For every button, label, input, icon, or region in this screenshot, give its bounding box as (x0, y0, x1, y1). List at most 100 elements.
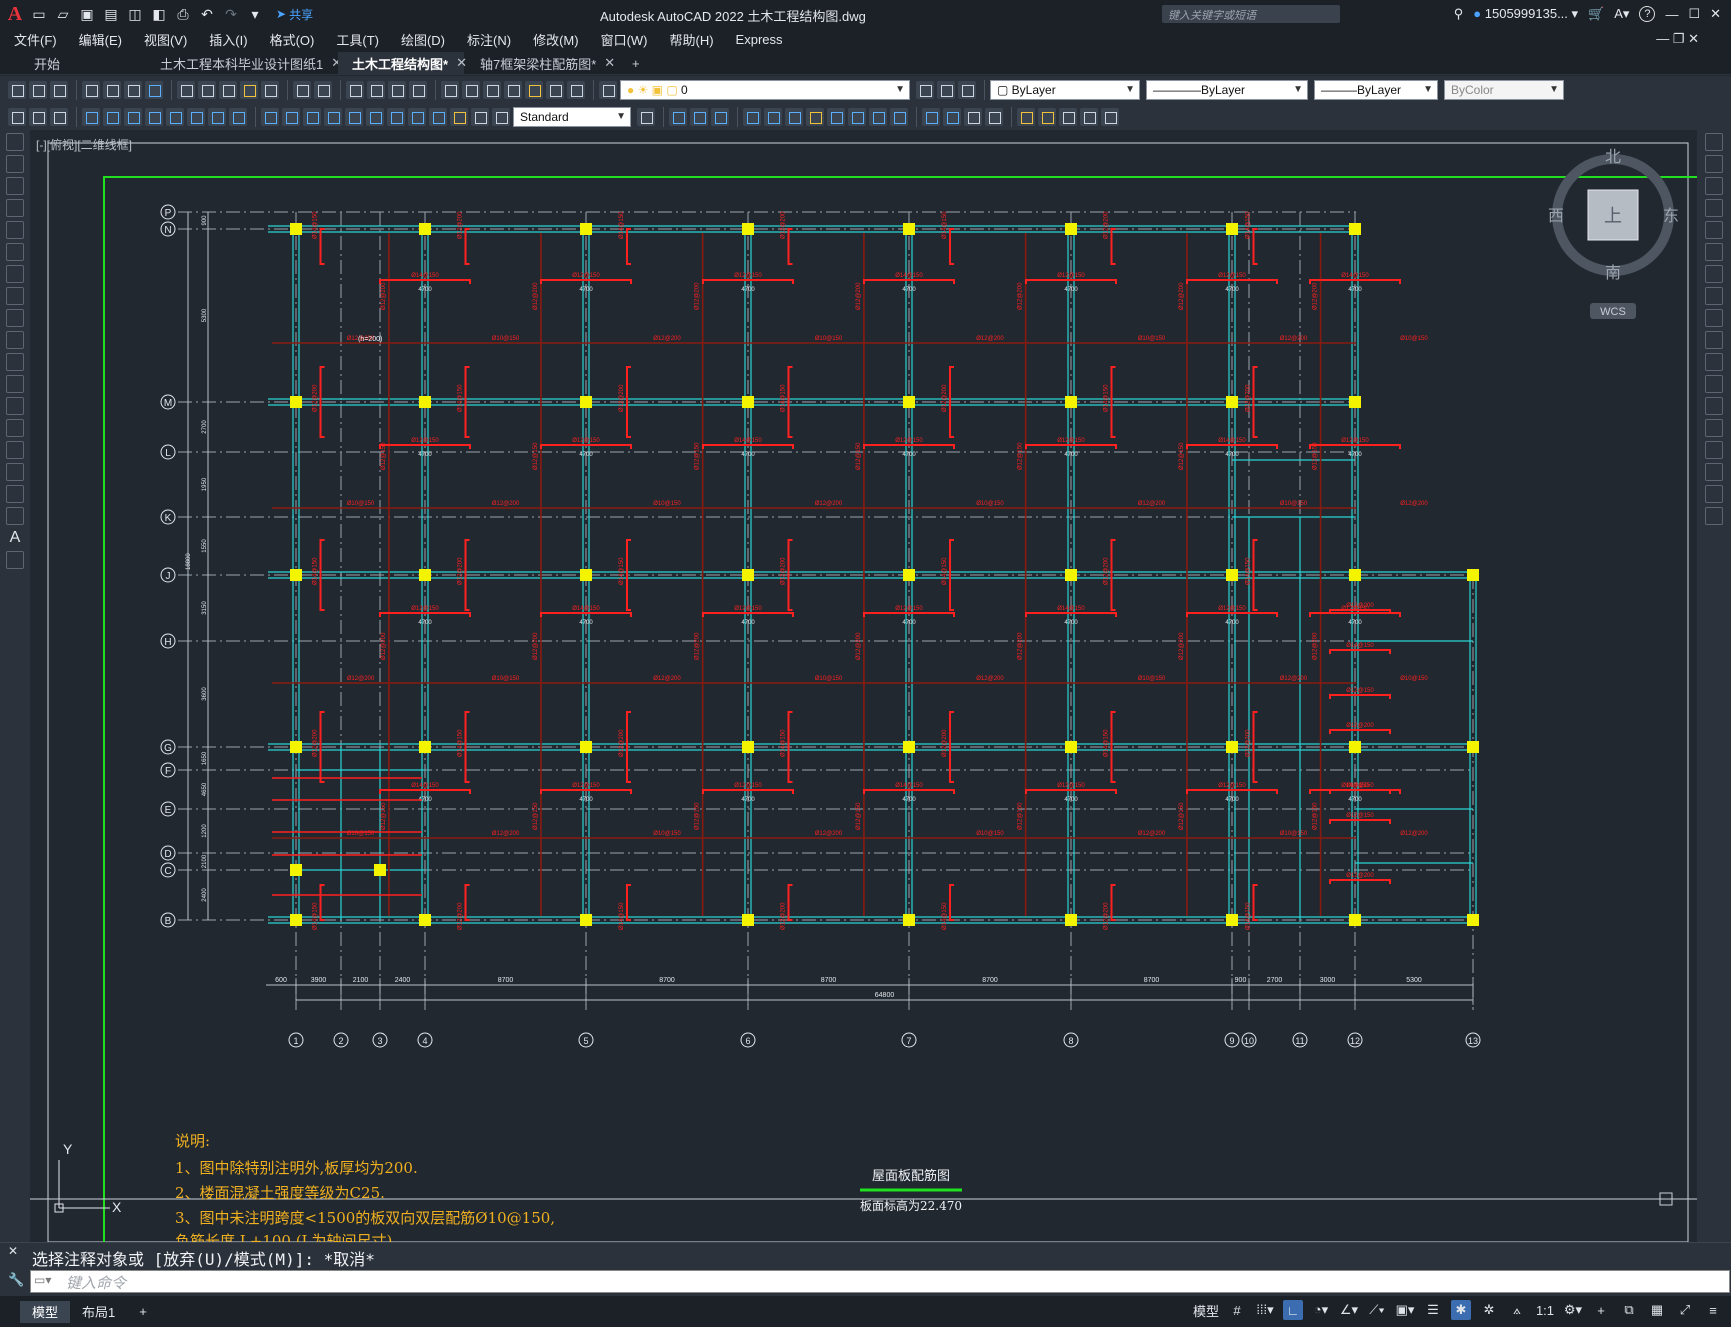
menu-window[interactable]: 窗口(W) (601, 30, 648, 49)
close-icon[interactable]: ✕ (1710, 6, 1721, 22)
layer-dropdown[interactable]: ● ☀ ▣ ▢ 0 ▼ (620, 79, 910, 100)
auto-scale-icon[interactable]: ✲ (1479, 1300, 1499, 1320)
menu-express[interactable]: Express (736, 32, 783, 47)
grid-icon[interactable]: # (1227, 1300, 1247, 1320)
tab-frame-drawing[interactable]: 轴7框架梁柱配筋图* ✕ (466, 52, 616, 74)
join-icon[interactable] (890, 107, 908, 126)
plotstyle-dropdown[interactable]: ByColor ▼ (1444, 79, 1564, 100)
maximize-icon[interactable]: ☐ (1688, 6, 1700, 22)
dim-update-icon[interactable] (492, 107, 510, 126)
minimize-icon[interactable]: — (1665, 7, 1678, 22)
pan-icon[interactable] (346, 80, 364, 99)
lineweight-dropdown[interactable]: ——— ByLayer ▼ (1314, 79, 1438, 100)
block-editor-icon[interactable] (261, 80, 279, 99)
drawing-viewport[interactable]: Ø12@200 Ø10@150 Ø12@200 Ø10@150 Ø12@200 Ø10@1… (30, 130, 1697, 1242)
tab-model[interactable]: 模型 (20, 1300, 71, 1323)
3d-print-icon[interactable] (145, 80, 163, 99)
gradient-icon[interactable] (6, 463, 24, 481)
menu-format[interactable]: 格式(O) (270, 30, 315, 49)
menu-tools[interactable]: 工具(T) (336, 30, 379, 49)
ortho-icon[interactable]: ∟ (1283, 1300, 1303, 1320)
explode-icon[interactable] (964, 107, 982, 126)
line-icon[interactable] (6, 133, 24, 151)
add-layout-button[interactable]: + (127, 1301, 159, 1323)
spline-icon[interactable] (6, 309, 24, 327)
ordinate-dim-icon[interactable] (145, 107, 163, 126)
dim-space-icon[interactable] (324, 107, 342, 126)
aligned-dim-icon[interactable] (103, 107, 121, 126)
share-button[interactable]: ➤ 共享 (276, 6, 313, 23)
save-as-icon[interactable]: ▤ (102, 5, 120, 23)
layer-previous-icon[interactable] (937, 80, 955, 99)
scale-icon[interactable] (1705, 287, 1723, 305)
redo-icon[interactable]: ↷ (222, 5, 240, 23)
markup-icon[interactable] (525, 80, 543, 99)
radius-dim-icon[interactable] (166, 107, 184, 126)
chamfer-icon[interactable] (922, 107, 940, 126)
quickcalc-icon[interactable] (546, 80, 564, 99)
polar-icon[interactable]: ◔▾ (1311, 1300, 1331, 1320)
plot-icon[interactable]: ⎙ (174, 5, 192, 23)
tool-palettes-icon[interactable] (483, 80, 501, 99)
arc-icon[interactable] (6, 243, 24, 261)
fillet-icon[interactable] (1705, 463, 1723, 481)
break-icon[interactable] (869, 107, 887, 126)
command-input[interactable] (30, 1270, 1730, 1293)
extend-icon[interactable] (848, 107, 866, 126)
autocad-logo-icon[interactable]: A (6, 3, 24, 26)
qnew-icon[interactable] (8, 80, 26, 99)
autodesk-app-icon[interactable]: A▾ (1614, 6, 1629, 22)
search-input[interactable]: 键入关键字或短语 (1162, 5, 1340, 23)
compass-east[interactable]: 东 (1663, 207, 1679, 225)
tab-layout1[interactable]: 布局1 (70, 1301, 127, 1323)
annotation-monitor-icon[interactable]: + (1591, 1300, 1611, 1320)
polygon-icon[interactable] (6, 199, 24, 217)
clean-screen-icon[interactable]: ⤢ (1675, 1300, 1695, 1320)
menu-draw[interactable]: 绘图(D) (401, 30, 445, 49)
search-icon[interactable]: ⚲ (1454, 6, 1464, 22)
stretch-icon[interactable] (1705, 309, 1723, 327)
quick-dim-icon[interactable] (261, 107, 279, 126)
dimstyle-manager-icon[interactable] (637, 107, 655, 126)
extend-icon[interactable] (1705, 353, 1723, 371)
zoom-realtime-icon[interactable] (367, 80, 385, 99)
match-properties-icon[interactable] (240, 80, 258, 99)
zoom-window-icon[interactable] (388, 80, 406, 99)
arc-length-icon[interactable] (124, 107, 142, 126)
compass-west[interactable]: 西 (1548, 208, 1564, 225)
undo-icon[interactable]: ↶ (198, 5, 216, 23)
layer-properties-icon[interactable] (599, 80, 617, 99)
layer-state-icon[interactable] (958, 80, 976, 99)
sheet-set-icon[interactable] (504, 80, 522, 99)
dim-text-edit-icon[interactable] (471, 107, 489, 126)
menu-view[interactable]: 视图(V) (144, 30, 187, 49)
rotate-icon[interactable] (764, 107, 782, 126)
region-icon[interactable] (6, 485, 24, 503)
make-block-icon[interactable] (6, 397, 24, 415)
tab-design-drawing[interactable]: 土木工程本科毕业设计图纸1 ✕ (146, 52, 342, 74)
baseline-dim-icon[interactable] (282, 107, 300, 126)
menu-modify[interactable]: 修改(M) (533, 30, 579, 49)
copy-icon[interactable] (1705, 155, 1723, 173)
dim-edit-icon[interactable] (450, 107, 468, 126)
copy-icon[interactable] (198, 80, 216, 99)
point-icon[interactable] (6, 419, 24, 437)
array-icon[interactable] (985, 107, 1003, 126)
cut-icon[interactable] (177, 80, 195, 99)
ellipse-arc-icon[interactable] (6, 353, 24, 371)
open-file-icon[interactable]: ▱ (54, 5, 72, 23)
ellipse-icon[interactable] (6, 331, 24, 349)
menu-file[interactable]: 文件(F) (14, 30, 57, 49)
doc-window-controls[interactable]: — ❐ ✕ (1656, 31, 1699, 47)
jogged-linear-icon[interactable] (429, 107, 447, 126)
customization-icon[interactable]: ≡ (1703, 1300, 1723, 1320)
cart-icon[interactable]: 🛒 (1588, 6, 1604, 22)
break-icon[interactable] (1705, 397, 1723, 415)
break-at-point-icon[interactable] (1705, 375, 1723, 393)
hatch-back-icon[interactable] (1101, 107, 1119, 126)
dim-break-icon[interactable] (345, 107, 363, 126)
compass-north[interactable]: 北 (1605, 148, 1621, 166)
snap-icon[interactable]: ⁞⁞⁞▾ (1255, 1300, 1275, 1320)
properties-icon[interactable] (441, 80, 459, 99)
quick-select-icon[interactable] (50, 107, 68, 126)
